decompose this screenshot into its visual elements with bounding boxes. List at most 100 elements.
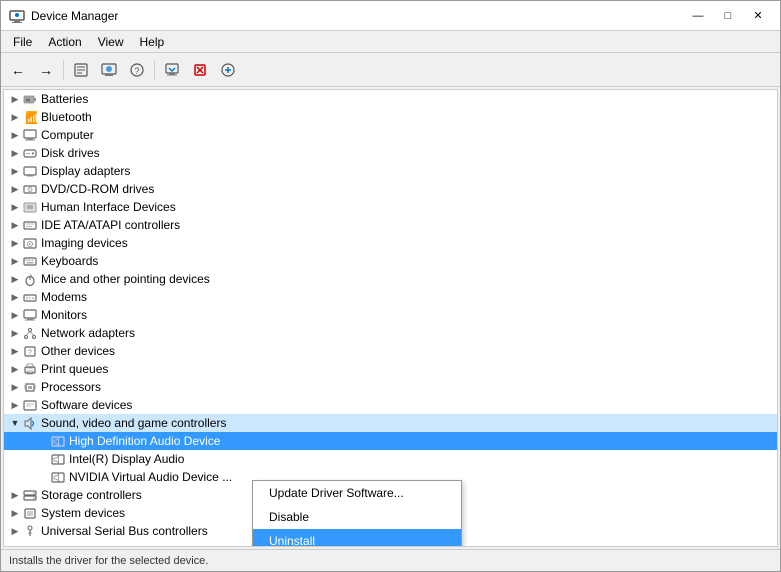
tree-item-disk-drives[interactable]: ▶ Disk drives (4, 144, 777, 162)
mice-icon (22, 271, 38, 287)
tree-item-processors[interactable]: ▶ Processors (4, 378, 777, 396)
dvd-icon (22, 181, 38, 197)
expand-storage[interactable]: ▶ (8, 488, 22, 502)
close-button[interactable]: ✕ (744, 6, 772, 26)
tree-item-computer[interactable]: ▶ Computer (4, 126, 777, 144)
expand-imaging[interactable]: ▶ (8, 236, 22, 250)
usb-label: Universal Serial Bus controllers (41, 524, 208, 538)
tree-item-intel-display[interactable]: Intel(R) Display Audio (4, 450, 777, 468)
expand-ide[interactable]: ▶ (8, 218, 22, 232)
expand-processors[interactable]: ▶ (8, 380, 22, 394)
software-devices-icon (22, 397, 38, 413)
tree-item-batteries[interactable]: ▶ Batteries (4, 90, 777, 108)
expand-usb[interactable]: ▶ (8, 524, 22, 538)
toolbar-sep2 (154, 60, 155, 80)
imaging-label: Imaging devices (41, 236, 128, 250)
disk-drives-icon (22, 145, 38, 161)
expand-print[interactable]: ▶ (8, 362, 22, 376)
menu-action[interactable]: Action (40, 33, 89, 51)
expand-computer[interactable]: ▶ (8, 128, 22, 142)
display-adapters-icon (22, 163, 38, 179)
toolbar-forward[interactable]: → (33, 57, 59, 83)
expand-bluetooth[interactable]: ▶ (8, 110, 22, 124)
tree-item-dvd-cdrom[interactable]: ▶ DVD/CD-ROM drives (4, 180, 777, 198)
hid-label: Human Interface Devices (41, 200, 176, 214)
tree-item-display-adapters[interactable]: ▶ Display adapters (4, 162, 777, 180)
hd-audio-icon (50, 433, 66, 449)
tree-item-bluetooth[interactable]: ▶ 📶 Bluetooth (4, 108, 777, 126)
storage-label: Storage controllers (41, 488, 142, 502)
tree-item-keyboards[interactable]: ▶ Keyboards (4, 252, 777, 270)
minimize-button[interactable]: — (684, 6, 712, 26)
other-devices-icon: ? (22, 343, 38, 359)
toolbar-uninstall[interactable] (187, 57, 213, 83)
menu-help[interactable]: Help (132, 33, 173, 51)
nvidia-icon (50, 469, 66, 485)
bluetooth-icon: 📶 (22, 109, 38, 125)
svg-text:📶: 📶 (25, 111, 37, 124)
expand-system[interactable]: ▶ (8, 506, 22, 520)
tree-item-hid[interactable]: ▶ Human Interface Devices (4, 198, 777, 216)
expand-dvd[interactable]: ▶ (8, 182, 22, 196)
expand-hd-audio (36, 434, 50, 448)
expand-mice[interactable]: ▶ (8, 272, 22, 286)
tree-item-software-devices[interactable]: ▶ Software devices (4, 396, 777, 414)
expand-sound[interactable]: ▼ (8, 416, 22, 430)
context-disable[interactable]: Disable (253, 505, 461, 529)
toolbar-properties[interactable] (68, 57, 94, 83)
tree-item-print-queues[interactable]: ▶ Print queues (4, 360, 777, 378)
toolbar-add-driver[interactable] (215, 57, 241, 83)
expand-other[interactable]: ▶ (8, 344, 22, 358)
expand-intel (36, 452, 50, 466)
title-bar: Device Manager — □ ✕ (1, 1, 780, 31)
device-manager-window: Device Manager — □ ✕ File Action View He… (0, 0, 781, 572)
device-tree[interactable]: ▶ Batteries ▶ 📶 Bluetooth ▶ Computer (3, 89, 778, 547)
tree-item-ide-ata[interactable]: ▶ IDE ATA/ATAPI controllers (4, 216, 777, 234)
expand-batteries[interactable]: ▶ (8, 92, 22, 106)
menu-bar: File Action View Help (1, 31, 780, 53)
tree-item-sound-video[interactable]: ▼ Sound, video and game controllers (4, 414, 777, 432)
expand-hid[interactable]: ▶ (8, 200, 22, 214)
computer-icon (22, 127, 38, 143)
expand-disk-drives[interactable]: ▶ (8, 146, 22, 160)
network-adapters-label: Network adapters (41, 326, 135, 340)
tree-item-other-devices[interactable]: ▶ ? Other devices (4, 342, 777, 360)
keyboards-label: Keyboards (41, 254, 98, 268)
toolbar: ← → ? (1, 53, 780, 87)
intel-icon (50, 451, 66, 467)
context-uninstall[interactable]: Uninstall (253, 529, 461, 547)
window-controls: — □ ✕ (684, 6, 772, 26)
toolbar-help[interactable]: ? (124, 57, 150, 83)
context-update-driver[interactable]: Update Driver Software... (253, 481, 461, 505)
expand-software[interactable]: ▶ (8, 398, 22, 412)
expand-display-adapters[interactable]: ▶ (8, 164, 22, 178)
svg-text:?: ? (134, 66, 139, 76)
print-icon (22, 361, 38, 377)
tree-item-mice[interactable]: ▶ Mice and other pointing devices (4, 270, 777, 288)
sound-icon (22, 415, 38, 431)
toolbar-scan[interactable] (159, 57, 185, 83)
tree-item-network-adapters[interactable]: ▶ Network adapters (4, 324, 777, 342)
expand-keyboards[interactable]: ▶ (8, 254, 22, 268)
expand-monitors[interactable]: ▶ (8, 308, 22, 322)
menu-view[interactable]: View (90, 33, 132, 51)
toolbar-update[interactable] (96, 57, 122, 83)
tree-item-monitors[interactable]: ▶ Monitors (4, 306, 777, 324)
title-bar-left: Device Manager (9, 8, 118, 24)
tree-item-hd-audio[interactable]: High Definition Audio Device (4, 432, 777, 450)
modems-label: Modems (41, 290, 87, 304)
toolbar-back[interactable]: ← (5, 57, 31, 83)
status-bar: Installs the driver for the selected dev… (1, 549, 780, 571)
expand-network[interactable]: ▶ (8, 326, 22, 340)
tree-item-imaging[interactable]: ▶ Imaging devices (4, 234, 777, 252)
expand-modems[interactable]: ▶ (8, 290, 22, 304)
dvd-label: DVD/CD-ROM drives (41, 182, 154, 196)
maximize-button[interactable]: □ (714, 6, 742, 26)
menu-file[interactable]: File (5, 33, 40, 51)
tree-item-modems[interactable]: ▶ Modems (4, 288, 777, 306)
monitors-icon (22, 307, 38, 323)
ide-icon (22, 217, 38, 233)
hd-audio-label: High Definition Audio Device (69, 434, 220, 448)
modems-icon (22, 289, 38, 305)
mice-label: Mice and other pointing devices (41, 272, 210, 286)
